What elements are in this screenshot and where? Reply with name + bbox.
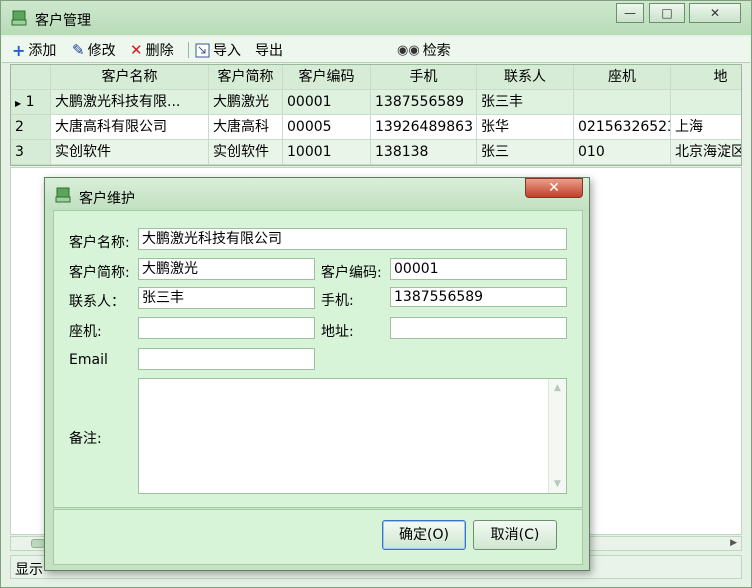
remark-textarea[interactable]: ▲ ▼ — [138, 378, 567, 494]
table-cell[interactable]: 实创软件 — [209, 140, 283, 165]
minimize-button[interactable]: — — [616, 3, 644, 23]
table-cell[interactable] — [574, 90, 671, 115]
table-cell[interactable]: 大鹏激光科技有限... — [51, 90, 209, 115]
table-cell[interactable]: 010 — [574, 140, 671, 165]
column-header[interactable]: 手机 — [371, 65, 477, 90]
title-bar[interactable]: 客户管理 — □ ✕ — [1, 1, 751, 35]
scroll-thumb[interactable] — [31, 539, 45, 548]
remark-label: 备注: — [69, 431, 102, 447]
column-header[interactable]: 地 — [671, 65, 741, 90]
table-cell[interactable]: 张华 — [477, 115, 574, 140]
ok-button[interactable]: 确定(O) — [382, 520, 466, 550]
row-indicator: ▶ 1 — [11, 90, 51, 115]
scroll-up-arrow-icon[interactable]: ▲ — [549, 383, 566, 393]
row-header-corner — [11, 65, 51, 90]
column-header[interactable]: 联系人 — [477, 65, 574, 90]
table-row[interactable]: 3 实创软件 实创软件 10001 138138 张三 010 北京海淀区 — [11, 140, 741, 165]
customer-code-field[interactable]: 00001 — [390, 258, 567, 280]
import-icon — [195, 43, 210, 57]
table-cell[interactable]: 上海 — [671, 115, 741, 140]
contact-field[interactable]: 张三丰 — [138, 287, 315, 309]
email-label: Email — [69, 352, 108, 368]
phone-field[interactable] — [138, 317, 315, 339]
table-cell[interactable]: 10001 — [283, 140, 371, 165]
email-field[interactable] — [138, 348, 315, 370]
mobile-label: 手机: — [321, 293, 354, 309]
app-icon — [11, 10, 27, 26]
row-indicator: 2 — [11, 115, 51, 140]
status-text: 显示 — [15, 562, 43, 578]
toolbar: + 添加 ✎ 修改 ✕ 删除 导入 导出 ◉◉ 检索 — [2, 37, 750, 63]
contact-label: 联系人： — [69, 294, 125, 310]
table-cell[interactable]: 张三丰 — [477, 90, 574, 115]
plus-icon: + — [12, 40, 26, 60]
table-cell[interactable]: 02156326523 — [574, 115, 671, 140]
table-cell[interactable]: 1387556589 — [371, 90, 477, 115]
toolbar-separator — [188, 42, 189, 58]
import-button[interactable]: 导入 — [195, 41, 241, 59]
table-cell[interactable]: 北京海淀区 — [671, 140, 741, 165]
column-header[interactable]: 客户简称 — [209, 65, 283, 90]
table-row[interactable]: 2 大唐高科有限公司 大唐高科 00005 13926489863 张华 021… — [11, 115, 741, 140]
table-cell[interactable]: 00001 — [283, 90, 371, 115]
address-label: 地址: — [321, 324, 354, 340]
cancel-button[interactable]: 取消(C) — [473, 520, 557, 550]
dialog-close-button[interactable]: ✕ — [525, 178, 583, 198]
column-header[interactable]: 客户编码 — [283, 65, 371, 90]
dialog-title: 客户维护 — [79, 191, 135, 207]
dialog-app-icon — [55, 187, 71, 203]
scroll-right-arrow-icon[interactable]: ▶ — [730, 537, 737, 550]
search-button[interactable]: ◉◉ 检索 — [397, 41, 451, 60]
row-indicator: 3 — [11, 140, 51, 165]
window-title: 客户管理 — [35, 13, 91, 29]
table-cell[interactable]: 大唐高科有限公司 — [51, 115, 209, 140]
grid-header: 客户名称 客户简称 客户编码 手机 联系人 座机 地 — [11, 65, 741, 90]
address-field[interactable] — [390, 317, 567, 339]
close-button[interactable]: ✕ — [689, 3, 741, 23]
table-cell[interactable]: 大鹏激光 — [209, 90, 283, 115]
customer-code-label: 客户编码: — [321, 265, 382, 281]
phone-label: 座机: — [69, 324, 102, 340]
table-cell[interactable] — [671, 90, 741, 115]
table-cell[interactable]: 大唐高科 — [209, 115, 283, 140]
table-cell[interactable]: 实创软件 — [51, 140, 209, 165]
row-pointer-icon: ▶ — [15, 99, 22, 108]
export-button[interactable]: 导出 — [255, 41, 283, 59]
short-name-field[interactable]: 大鹏激光 — [138, 258, 315, 280]
maximize-button[interactable]: □ — [649, 3, 685, 23]
table-cell[interactable]: 张三 — [477, 140, 574, 165]
scroll-down-arrow-icon[interactable]: ▼ — [549, 479, 566, 489]
add-button[interactable]: + 添加 — [12, 40, 56, 60]
table-cell[interactable]: 00005 — [283, 115, 371, 140]
dialog-form: 客户名称: 大鹏激光科技有限公司 客户简称: 大鹏激光 客户编码: 00001 … — [53, 210, 583, 508]
delete-x-icon: ✕ — [130, 41, 143, 59]
binoculars-icon: ◉◉ — [397, 42, 420, 58]
customer-name-label: 客户名称: — [69, 235, 130, 251]
table-cell[interactable]: 13926489863 — [371, 115, 477, 140]
remark-scrollbar[interactable]: ▲ ▼ — [548, 379, 566, 493]
dialog-title-bar[interactable]: 客户维护 ✕ — [45, 178, 589, 210]
dialog-footer: 确定(O) 取消(C) — [53, 509, 583, 565]
mobile-field[interactable]: 1387556589 — [390, 287, 567, 307]
delete-button[interactable]: ✕ 删除 — [130, 41, 174, 59]
column-header[interactable]: 客户名称 — [51, 65, 209, 90]
customer-name-field[interactable]: 大鹏激光科技有限公司 — [138, 228, 567, 250]
edit-button[interactable]: ✎ 修改 — [72, 41, 116, 59]
table-cell[interactable]: 138138 — [371, 140, 477, 165]
column-header[interactable]: 座机 — [574, 65, 671, 90]
customer-dialog: 客户维护 ✕ 客户名称: 大鹏激光科技有限公司 客户简称: 大鹏激光 客户编码:… — [44, 177, 590, 571]
pencil-icon: ✎ — [72, 41, 85, 59]
customer-grid: 客户名称 客户简称 客户编码 手机 联系人 座机 地 ▶ 1 大鹏激光科技有限.… — [10, 64, 742, 166]
table-row[interactable]: ▶ 1 大鹏激光科技有限... 大鹏激光 00001 1387556589 张三… — [11, 90, 741, 115]
short-name-label: 客户简称: — [69, 265, 130, 281]
